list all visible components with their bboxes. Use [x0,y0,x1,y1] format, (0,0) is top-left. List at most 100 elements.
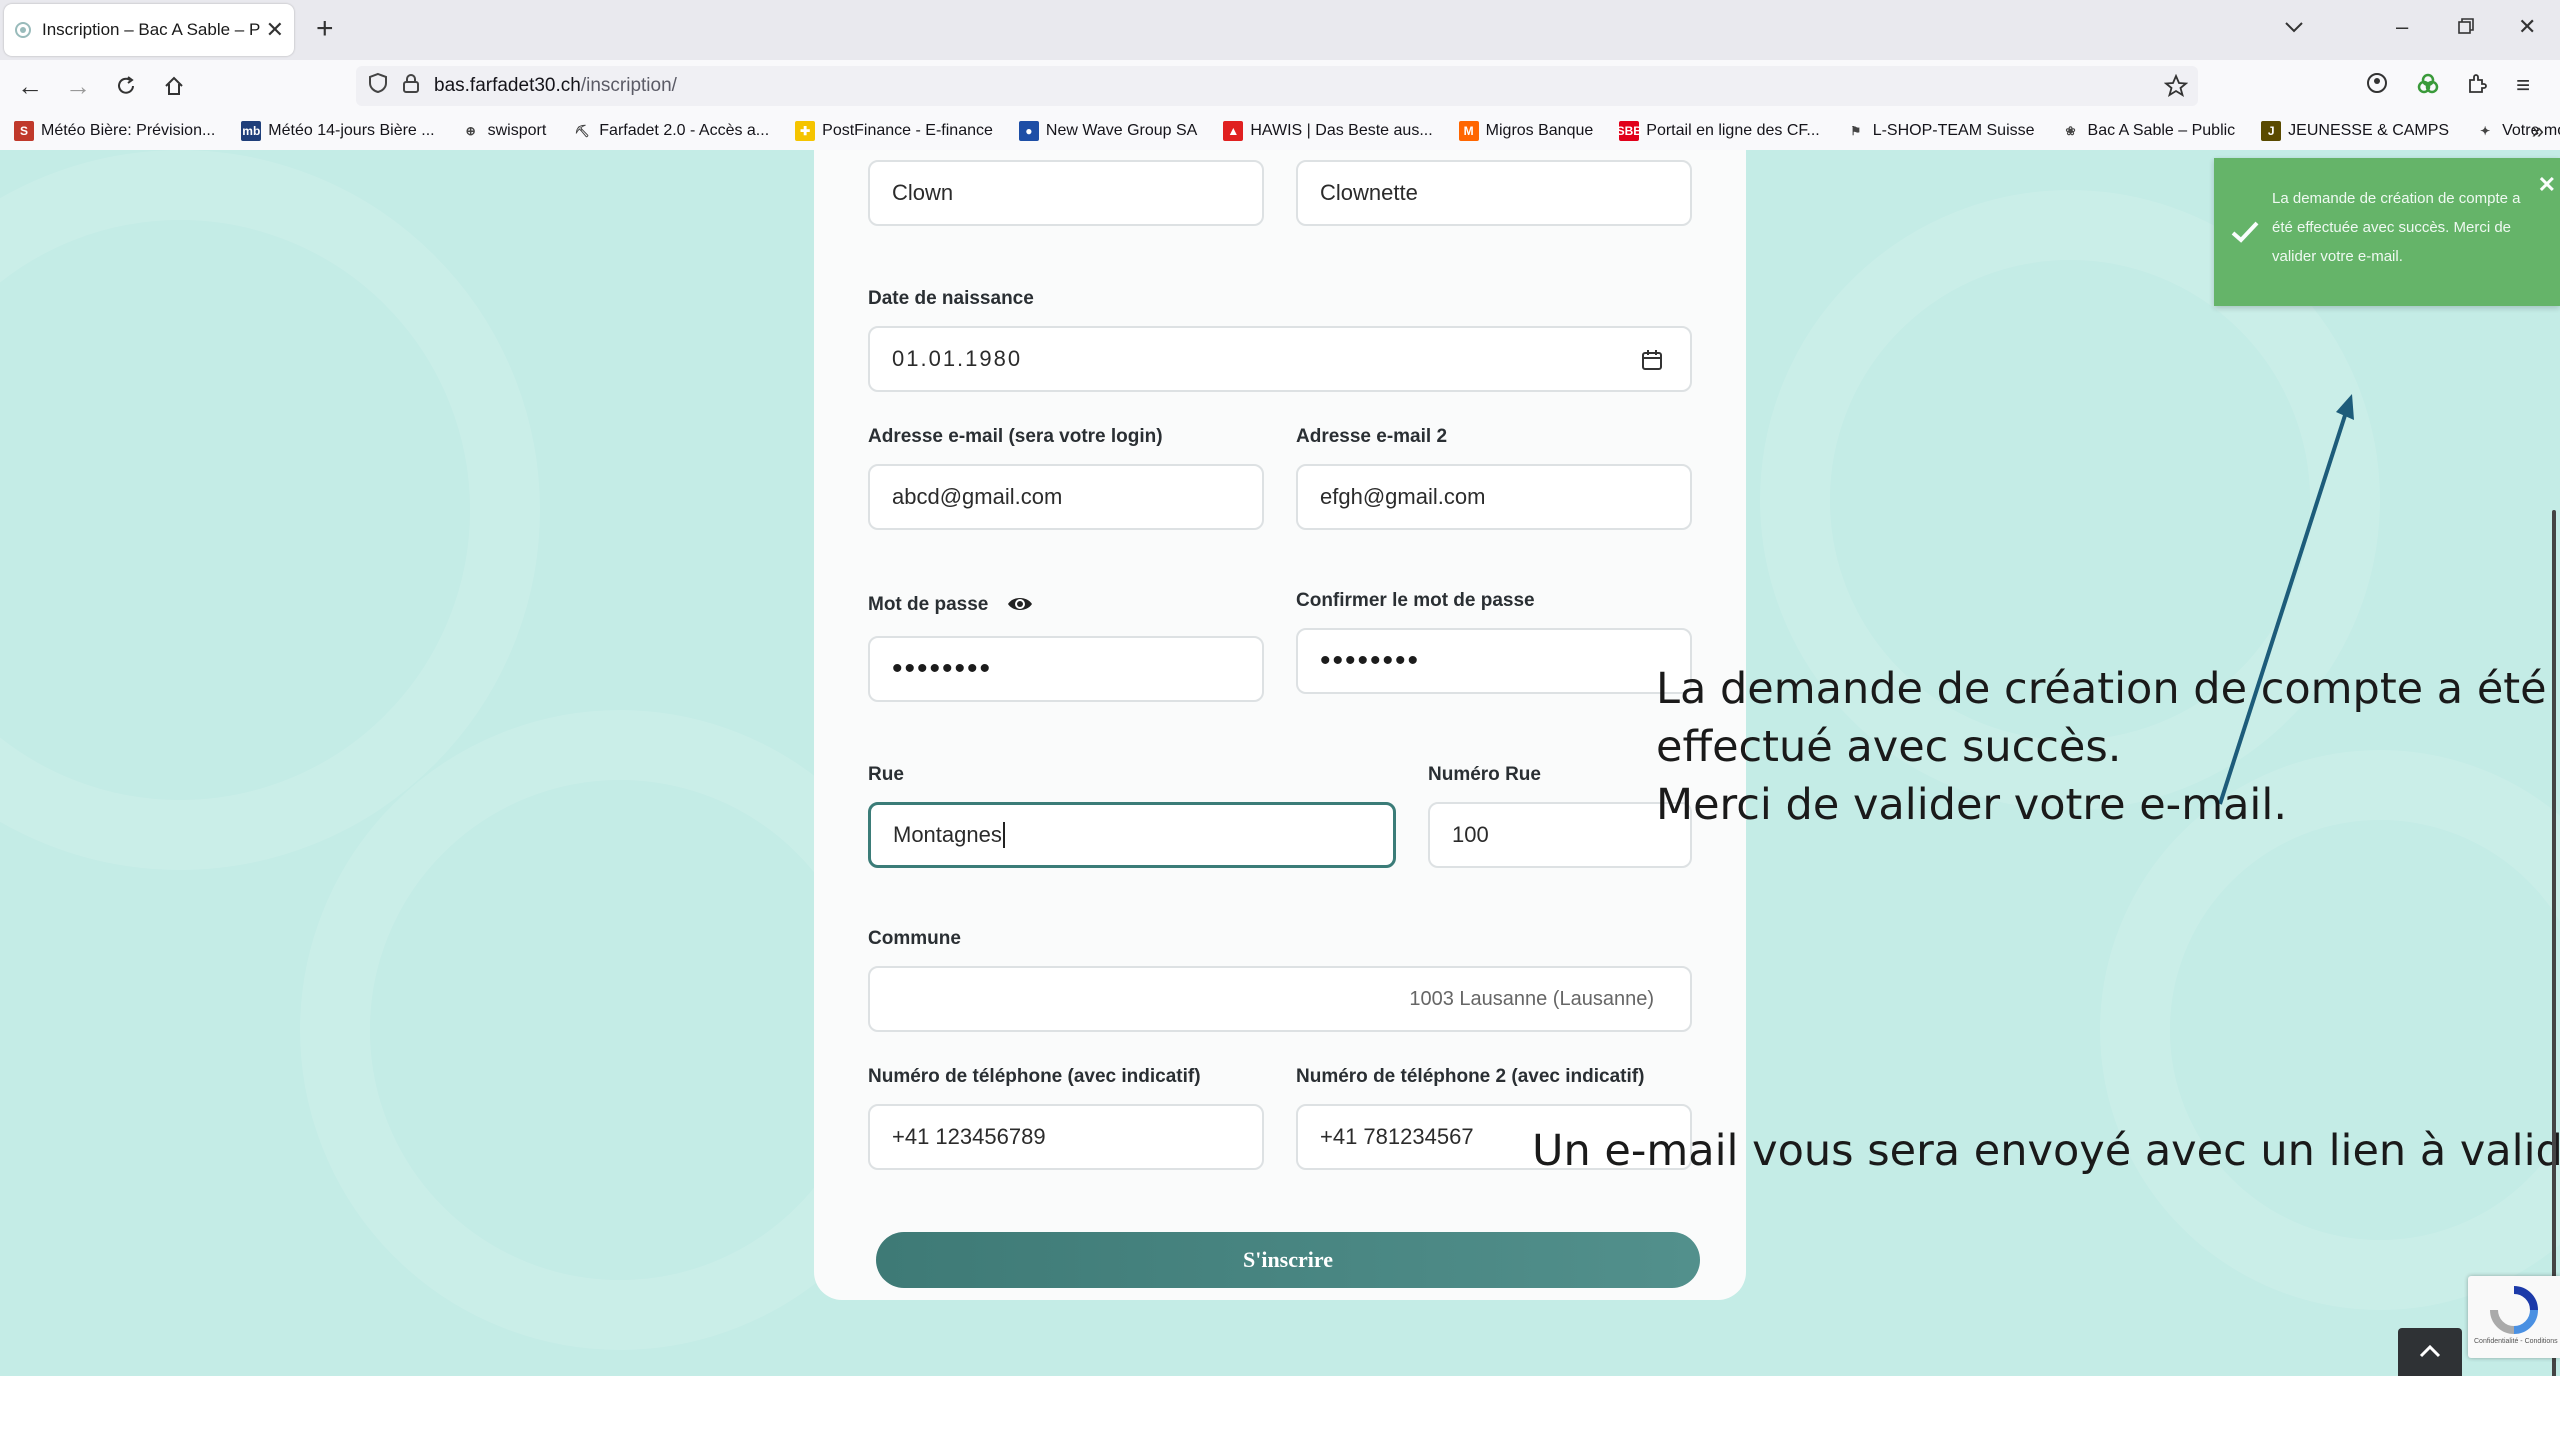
new-tab-icon[interactable]: + [316,14,334,44]
toast-message: La demande de création de compte a été e… [2272,190,2521,265]
bookmark-item[interactable]: S Météo Bière: Prévision... [14,121,215,141]
bookmark-label: HAWIS | Das Beste aus... [1250,122,1433,139]
phone-field[interactable]: +41 123456789 [868,1104,1264,1170]
password-label: Mot de passe [868,594,989,615]
tab-close-icon[interactable]: ✕ [266,19,284,41]
birthdate-label: Date de naissance [868,288,1034,309]
commune-label: Commune [868,928,961,949]
street-label: Rue [868,764,904,785]
list-all-tabs-icon[interactable] [2284,14,2304,40]
register-submit-button[interactable]: S'inscrire [876,1232,1700,1288]
background-decoration [2100,750,2560,1310]
url-path: /inscription/ [580,75,677,96]
last-name-field[interactable]: Clownette [1296,160,1692,226]
bookmark-favicon-icon: mb [241,121,262,141]
bookmark-item[interactable]: mb Météo 14-jours Bière ... [241,121,435,141]
bookmarks-toolbar: S Météo Bière: Prévision... mb Météo 14-jou… [0,112,2560,150]
home-icon[interactable] [158,70,190,102]
bookmark-label: Farfadet 2.0 - Accès a... [599,122,770,139]
street-number-label: Numéro Rue [1428,764,1541,785]
birthdate-value: 01.01.1980 [892,346,1023,371]
bookmark-item[interactable]: ❀ Bac A Sable – Public [2061,121,2236,141]
bookmarks-overflow-icon[interactable]: » [2532,118,2544,144]
forward-icon[interactable]: → [62,70,94,102]
bookmark-favicon-icon: J [2261,121,2282,141]
success-toast: La demande de création de compte a été e… [2214,158,2560,306]
account-icon[interactable] [2366,72,2388,101]
email-field[interactable]: abcd@gmail.com [868,464,1264,530]
bookmark-item[interactable]: M Migros Banque [1458,121,1594,141]
browser-tab-bar: Inscription – Bac A Sable – Pass ✕ + – ✕ [0,0,2560,60]
bookmark-item[interactable]: SBB Portail en ligne des CF... [1617,121,1820,141]
minimize-icon[interactable]: – [2396,14,2408,40]
bookmark-label: JEUNESSE & CAMPS [2288,122,2450,139]
calendar-icon[interactable] [1640,348,1664,378]
bookmark-item[interactable]: ⊕ swisport [461,121,547,141]
bookmark-item[interactable]: ● New Wave Group SA [1018,121,1198,141]
extensions-puzzle-icon[interactable] [2466,72,2488,101]
bookmark-item[interactable]: ✦Votre moteur de reche... [2475,121,2560,141]
toast-close-icon[interactable]: ✕ [2538,172,2556,198]
bookmark-favicon-icon: ⚑ [1850,124,1862,138]
annotation-line: effectué avec succès. [1656,722,2122,772]
annotation-line: Merci de valider votre e-mail. [1656,780,2287,830]
birthdate-field[interactable]: 01.01.1980 [868,326,1692,392]
restore-icon[interactable] [2458,14,2474,40]
annotation-email-note: Un e-mail vous sera envoyé avec un lien … [1532,1126,2560,1176]
url-host: bas.farfadet30.ch [434,75,581,96]
show-password-eye-icon[interactable] [1006,594,1034,619]
close-window-icon[interactable]: ✕ [2518,14,2536,40]
bookmark-favicon-icon: ⛏ [574,124,590,138]
bookmark-label: Portail en ligne des CF... [1646,122,1820,139]
bookmark-favicon-icon: ✦ [2480,124,2491,138]
commune-select[interactable]: 1003 Lausanne (Lausanne) [868,966,1692,1032]
menu-hamburger-icon[interactable]: ≡ [2516,72,2530,100]
bookmark-label: New Wave Group SA [1045,122,1198,139]
bookmark-star-icon[interactable] [2163,73,2189,104]
bookmark-label: Bac A Sable – Public [2087,122,2236,139]
recaptcha-badge[interactable]: Confidentialité - Conditions [2468,1276,2560,1358]
street-field[interactable]: Montagnes [868,802,1396,868]
bookmark-label: PostFinance - E-finance [822,122,993,139]
bookmark-favicon-icon: ⊕ [465,124,476,138]
reload-icon[interactable] [110,70,142,102]
bookmark-label: swisport [487,122,547,139]
page-scrollbar-thumb[interactable] [2552,510,2556,1376]
bookmark-favicon-icon: ▲ [1223,121,1244,141]
checkmark-icon [2230,220,2260,249]
back-icon[interactable]: ← [14,70,46,102]
bookmark-label: Migros Banque [1485,122,1594,139]
tab-title: Inscription – Bac A Sable – Pass [42,20,260,39]
bookmark-favicon-icon: SBB [1617,121,1642,141]
bookmark-item[interactable]: ▲ HAWIS | Das Beste aus... [1223,121,1433,141]
back-to-top-button[interactable] [2398,1328,2462,1376]
extension-green-icon[interactable] [2416,72,2440,103]
tracking-protection-shield-icon[interactable] [368,72,388,100]
password-confirm-label: Confirmer le mot de passe [1296,590,1535,611]
browser-tab-active[interactable]: Inscription – Bac A Sable – Pass ✕ [4,4,294,56]
bookmark-item[interactable]: ⛏ Farfadet 2.0 - Accès a... [572,121,769,141]
bookmark-favicon-icon: M [1458,121,1479,141]
password-field[interactable]: •••••••• [868,636,1264,702]
email-label: Adresse e-mail (sera votre login) [868,426,1163,447]
bookmark-favicon-icon: ❀ [2065,124,2076,138]
site-favicon-icon [14,21,32,39]
bookmark-item[interactable]: ⚑ L-SHOP-TEAM Suisse [1846,121,2034,141]
bookmark-item[interactable]: ✚ PostFinance - E-finance [795,121,993,141]
bookmark-favicon-icon: S [14,121,34,141]
bookmark-item[interactable]: J JEUNESSE & CAMPS [2261,121,2449,141]
text-caret [1002,822,1005,848]
lock-icon[interactable] [402,73,420,99]
address-bar[interactable]: bas.farfadet30.ch /inscription/ [356,66,2198,106]
password-confirm-field[interactable]: •••••••• [1296,628,1692,694]
street-number-field[interactable]: 100 [1428,802,1692,868]
page-background: Clown Clownette Date de naissance 01.01.… [0,150,2560,1376]
first-name-field[interactable]: Clown [868,160,1264,226]
email2-field[interactable]: efgh@gmail.com [1296,464,1692,530]
email2-label: Adresse e-mail 2 [1296,426,1448,447]
annotation-success-text: La demande de création de compte a été e… [1656,660,2547,834]
bookmark-label: Météo 14-jours Bière ... [268,122,435,139]
recaptcha-footer: Confidentialité - Conditions [2474,1338,2558,1345]
street-value: Montagnes [893,822,1002,847]
chevron-up-icon [2419,1344,2441,1363]
